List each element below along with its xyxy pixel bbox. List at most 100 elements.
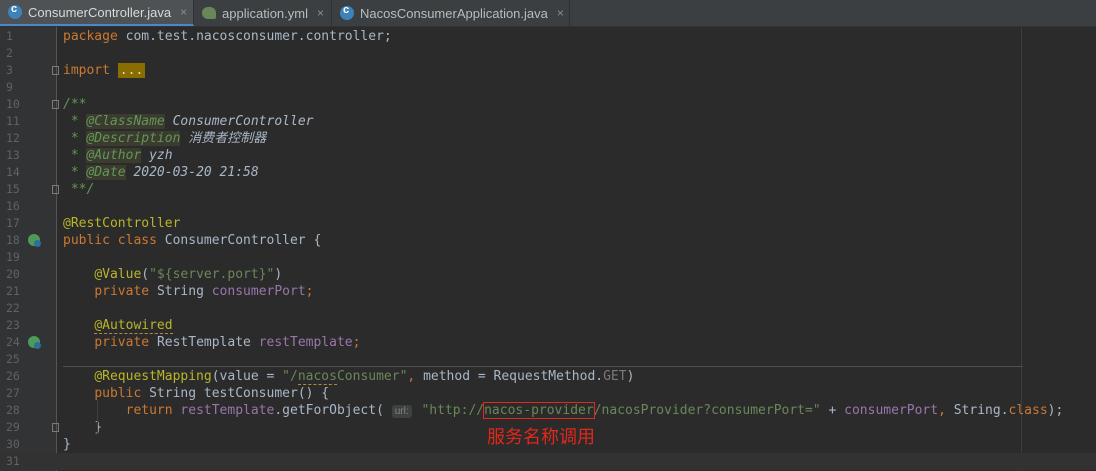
code-token: private	[94, 335, 157, 350]
method-separator	[63, 366, 1023, 367]
code-line[interactable]: 3 import ...	[0, 62, 1096, 79]
code-token: @Description	[86, 131, 181, 146]
tab-consumer-controller[interactable]: ConsumerController.java ×	[0, 0, 194, 26]
code-text: import ...	[63, 62, 146, 79]
code-token: (value =	[211, 369, 283, 384]
code-token: @Value	[94, 267, 142, 282]
indent-guide	[97, 400, 98, 434]
code-token: "${server.port}"	[149, 267, 275, 282]
line-number: 2	[6, 46, 13, 60]
code-line[interactable]: 26 @RequestMapping(value = "/nacosConsum…	[0, 368, 1096, 385]
code-line[interactable]: 2	[0, 45, 1096, 62]
tab-label: ConsumerController.java	[28, 4, 172, 20]
code-line[interactable]: 21 private String consumerPort;	[0, 283, 1096, 300]
code-token: ...	[117, 63, 146, 78]
code-line[interactable]: 11 * @ClassName ConsumerController	[0, 113, 1096, 130]
code-editor[interactable]: 1 package com.test.nacosconsumer.controll…	[0, 27, 1096, 471]
code-text: * @Date 2020-03-20 21:58	[63, 164, 259, 181]
close-icon[interactable]: ×	[180, 5, 187, 19]
java-class-icon	[340, 4, 354, 20]
code-line[interactable]: 17 @RestController	[0, 215, 1096, 232]
code-line[interactable]: 20 @Value("${server.port}")	[0, 266, 1096, 283]
code-token: class	[1008, 403, 1048, 418]
code-line[interactable]: 14 * @Date 2020-03-20 21:58	[0, 164, 1096, 181]
code-token: *	[63, 114, 87, 129]
code-line[interactable]: 31	[0, 453, 1096, 470]
code-token: "/	[282, 369, 298, 384]
line-number: 11	[6, 114, 20, 128]
line-number: 23	[6, 318, 20, 332]
fold-marker-icon[interactable]	[52, 100, 59, 109]
line-number: 22	[6, 301, 20, 315]
code-line[interactable]: 13 * @Author yzh	[0, 147, 1096, 164]
code-token: import	[63, 63, 118, 78]
code-line[interactable]: 19	[0, 249, 1096, 266]
code-token: yzh	[141, 148, 173, 163]
code-line[interactable]: 10 /**	[0, 96, 1096, 113]
code-line[interactable]: 23 @Autowired	[0, 317, 1096, 334]
code-line[interactable]: 27 public String testConsumer() {	[0, 385, 1096, 402]
code-token: @RequestMapping	[94, 369, 212, 384]
line-number: 20	[6, 267, 20, 281]
line-number: 13	[6, 148, 20, 162]
code-text: * @Description 消费者控制器	[63, 130, 266, 147]
code-token: restTemplate	[258, 335, 353, 350]
line-number: 1	[6, 29, 13, 43]
line-number: 18	[6, 233, 20, 247]
code-token: 消费者控制器	[180, 131, 267, 146]
code-token: restTemplate	[180, 403, 275, 418]
code-token: @ClassName	[86, 114, 165, 129]
code-token: @Date	[86, 165, 126, 180]
code-line[interactable]: 9	[0, 79, 1096, 96]
code-line[interactable]: 24 private RestTemplate restTemplate;	[0, 334, 1096, 351]
line-number: 10	[6, 97, 20, 111]
close-icon[interactable]: ×	[557, 6, 564, 20]
code-token: @Author	[86, 148, 142, 163]
code-token: @RestController	[63, 216, 181, 231]
code-line[interactable]: 28 return restTemplate.getForObject( url…	[0, 402, 1096, 419]
tab-label: NacosConsumerApplication.java	[360, 5, 548, 21]
code-token: return	[125, 403, 181, 418]
code-line[interactable]: 18 public class ConsumerController {	[0, 232, 1096, 249]
code-text: @Autowired	[63, 317, 173, 334]
line-number: 17	[6, 216, 20, 230]
code-line[interactable]: 15 **/	[0, 181, 1096, 198]
autowired-bean-icon[interactable]	[28, 336, 41, 349]
java-class-icon	[8, 3, 22, 19]
code-line[interactable]: 16	[0, 198, 1096, 215]
line-number: 14	[6, 165, 20, 179]
code-text: * @Author yzh	[63, 147, 173, 164]
code-token: Consumer"	[336, 369, 408, 384]
tab-nacos-consumer-application[interactable]: NacosConsumerApplication.java ×	[332, 0, 570, 26]
code-token: "http://	[413, 403, 485, 418]
code-line[interactable]: 22	[0, 300, 1096, 317]
fold-marker-icon[interactable]	[52, 423, 59, 432]
code-token: /**	[63, 97, 87, 112]
fold-marker-icon[interactable]	[52, 185, 59, 194]
code-token: }	[63, 437, 71, 452]
code-token: nacos-provider	[483, 402, 595, 419]
code-text: **/	[63, 181, 95, 198]
tab-application-yml[interactable]: application.yml ×	[194, 0, 332, 26]
code-line[interactable]: 1 package com.test.nacosconsumer.controll…	[0, 28, 1096, 45]
code-token: 2020-03-20 21:58	[125, 165, 259, 180]
code-token: ;	[305, 284, 314, 299]
code-token: GET	[603, 369, 627, 384]
code-token: ConsumerController {	[164, 233, 322, 248]
code-token: ;	[352, 335, 361, 350]
code-token: consumerPort	[211, 284, 306, 299]
code-text: return restTemplate.getForObject( url: "…	[63, 402, 1063, 419]
spring-bean-icon[interactable]	[28, 234, 41, 247]
code-token: public class	[63, 233, 165, 248]
code-line[interactable]: 12 * @Description 消费者控制器	[0, 130, 1096, 147]
code-token: nacos	[297, 369, 337, 385]
fold-marker-icon[interactable]	[52, 66, 59, 75]
code-token: package	[63, 29, 126, 44]
code-text: * @ClassName ConsumerController	[63, 113, 313, 130]
close-icon[interactable]: ×	[317, 6, 324, 20]
